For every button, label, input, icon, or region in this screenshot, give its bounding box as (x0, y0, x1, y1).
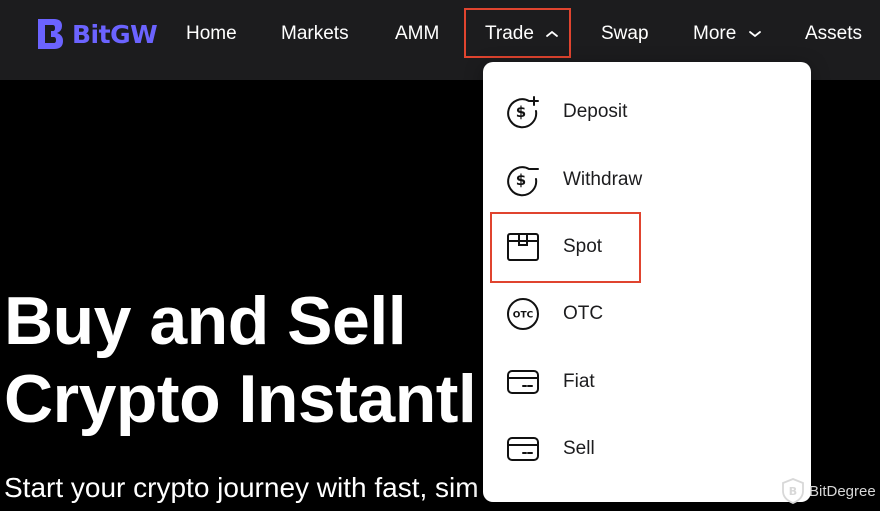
brand-name: BitGW (72, 19, 158, 49)
nav-amm-label: AMM (395, 23, 440, 44)
hero-title-line2: Crypto Instantl (4, 361, 477, 437)
nav-more-label: More (693, 23, 737, 44)
hero-subtitle: Start your crypto journey with fast, sim (4, 472, 479, 503)
trade-highlight-box (464, 8, 571, 58)
bitdegree-shield-icon: B (782, 478, 804, 504)
nav-markets[interactable]: Markets (281, 0, 349, 68)
nav-assets-label: Assets (805, 23, 863, 44)
nav-amm[interactable]: AMM (395, 0, 439, 68)
menu-item-deposit-label: Deposit (563, 101, 628, 122)
dollar-plus-icon: $ (507, 96, 539, 129)
menu-item-sell[interactable]: Sell (483, 419, 811, 479)
hero-title-line1: Buy and Sell (4, 283, 407, 359)
svg-text:OTC: OTC (513, 311, 534, 321)
svg-text:B: B (789, 485, 797, 498)
menu-item-otc-label: OTC (563, 303, 604, 324)
chevron-down-icon (748, 31, 761, 38)
svg-text:$: $ (516, 171, 526, 189)
nav-assets[interactable]: Assets (805, 0, 862, 68)
nav-more[interactable]: More (693, 0, 762, 68)
dollar-minus-icon: $ (507, 166, 539, 197)
svg-text:$: $ (516, 103, 526, 121)
nav-swap[interactable]: Swap (601, 0, 649, 68)
nav-home-label: Home (186, 23, 237, 44)
card-icon (507, 370, 539, 394)
hero-title: Buy and Sell Crypto Instantl (4, 282, 477, 438)
brand-logo[interactable]: BitGW (36, 14, 158, 54)
nav-swap-label: Swap (601, 23, 649, 44)
nav-home[interactable]: Home (186, 0, 237, 68)
bitgw-logo-icon (38, 19, 63, 49)
spot-highlight-box (490, 212, 641, 283)
watermark: B BitDegree (781, 478, 876, 504)
menu-item-fiat[interactable]: Fiat (483, 352, 811, 412)
menu-item-fiat-label: Fiat (563, 371, 595, 392)
watermark-text: BitDegree (809, 482, 876, 500)
card-icon (507, 437, 539, 461)
menu-item-otc[interactable]: OTC OTC (483, 284, 811, 344)
menu-item-sell-label: Sell (563, 438, 595, 459)
otc-icon: OTC (507, 298, 539, 330)
menu-item-withdraw-label: Withdraw (563, 169, 643, 190)
menu-item-deposit[interactable]: $ Deposit (483, 82, 811, 142)
nav-markets-label: Markets (281, 23, 349, 44)
menu-item-withdraw[interactable]: $ Withdraw (483, 150, 811, 210)
